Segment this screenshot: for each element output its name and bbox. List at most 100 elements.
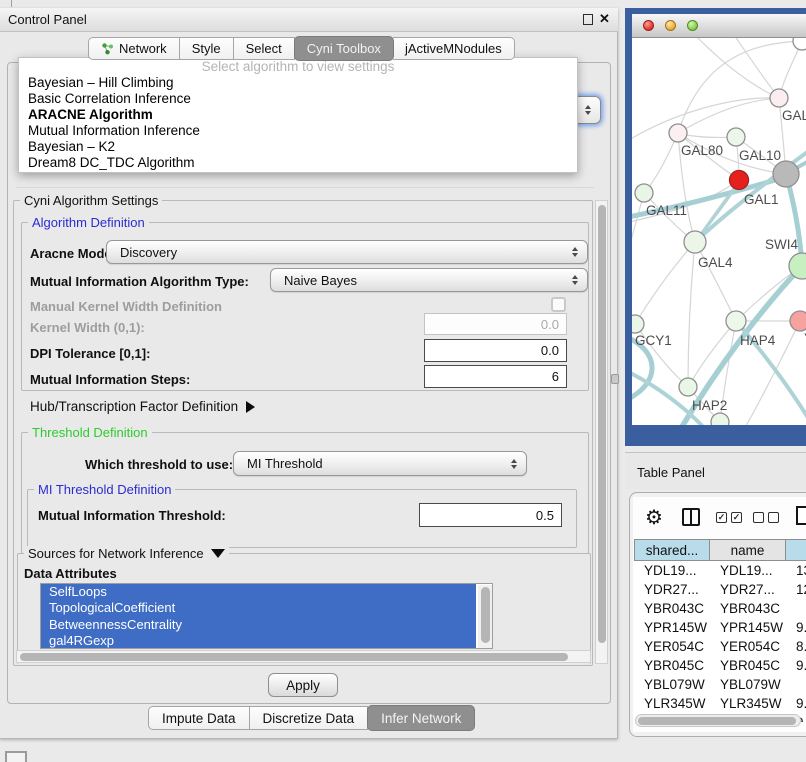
settings-horizontal-scrollbar[interactable] xyxy=(16,650,591,663)
tab-network[interactable]: Network xyxy=(88,37,180,60)
network-edge[interactable] xyxy=(732,38,779,98)
attribute-item-selected[interactable]: TopologicalCoefficient xyxy=(41,600,476,616)
table-cell[interactable]: YDR27... xyxy=(634,580,710,599)
scrollbar-thumb[interactable] xyxy=(598,205,606,643)
algorithm-option[interactable]: Dream8 DC_TDC Algorithm xyxy=(19,155,577,171)
network-node[interactable] xyxy=(635,184,653,202)
table-horizontal-scrollbar[interactable] xyxy=(635,714,801,727)
settings-vertical-scrollbar[interactable] xyxy=(595,200,608,664)
table-cell[interactable]: YBR043C xyxy=(710,599,786,618)
hub-section-toggle[interactable]: Hub/Transcription Factor Definition xyxy=(30,399,255,414)
network-window-titlebar[interactable] xyxy=(632,14,806,38)
network-node[interactable] xyxy=(730,171,749,190)
manual-kernel-checkbox[interactable] xyxy=(551,297,566,312)
scrollbar-thumb[interactable] xyxy=(481,587,490,643)
window-minimize-button[interactable] xyxy=(665,20,676,31)
network-node[interactable] xyxy=(726,311,746,331)
window-close-button[interactable] xyxy=(643,20,654,31)
mi-type-combo[interactable]: Naive Bayes xyxy=(270,268,588,292)
column-header-name[interactable]: name xyxy=(710,539,786,561)
network-node[interactable] xyxy=(790,311,806,331)
column-header-shared[interactable]: shared... xyxy=(634,539,710,561)
panel-splitter-handle[interactable] xyxy=(611,374,619,384)
close-icon[interactable]: ✕ xyxy=(599,11,610,27)
data-attributes-list[interactable]: SelfLoops TopologicalCoefficient Between… xyxy=(40,583,493,649)
attributes-scrollbar[interactable] xyxy=(478,585,492,648)
table-cell[interactable]: 13 xyxy=(786,561,806,580)
network-node[interactable] xyxy=(684,231,706,253)
network-canvas[interactable]: GALGAL80GAL10GAL1GAL11GAL4SWI4GCY1HAP4YH… xyxy=(632,38,806,425)
table-cell[interactable]: YDL19... xyxy=(710,561,786,580)
table-cell[interactable]: YBL079W xyxy=(634,675,710,694)
network-edge[interactable] xyxy=(632,98,779,143)
new-table-icon[interactable] xyxy=(796,506,806,525)
algorithm-option[interactable]: Mutual Information Inference xyxy=(19,123,577,139)
table-cell[interactable]: YLR345W xyxy=(634,694,710,713)
scrollbar-thumb[interactable] xyxy=(20,653,568,661)
network-edge[interactable] xyxy=(688,242,695,387)
columns-icon[interactable] xyxy=(682,508,700,526)
network-edge[interactable] xyxy=(786,174,802,266)
algorithm-option[interactable]: Basic Correlation Inference xyxy=(19,91,577,107)
algorithm-option[interactable]: Bayesian – K2 xyxy=(19,139,577,155)
table-cell[interactable]: 9. xyxy=(786,618,806,637)
table-row[interactable]: YBR043CYBR043C xyxy=(634,599,806,618)
network-edge[interactable] xyxy=(644,133,678,193)
network-edge[interactable] xyxy=(632,193,644,258)
table-cell[interactable]: YDL19... xyxy=(634,561,710,580)
column-header-partial[interactable] xyxy=(786,539,806,561)
which-threshold-combo[interactable]: MI Threshold xyxy=(233,451,527,476)
table-cell[interactable]: YPR145W xyxy=(634,618,710,637)
tab-select[interactable]: Select xyxy=(234,37,295,60)
table-cell[interactable]: YPR145W xyxy=(710,618,786,637)
network-node[interactable] xyxy=(793,38,806,50)
network-node[interactable] xyxy=(773,161,799,187)
tab-cyni-toolbox[interactable]: Cyni Toolbox xyxy=(294,36,394,61)
tab-impute-data[interactable]: Impute Data xyxy=(148,706,250,730)
scrollbar-thumb[interactable] xyxy=(638,717,796,725)
sources-group-title[interactable]: Sources for Network Inference xyxy=(24,546,229,561)
window-zoom-button[interactable] xyxy=(687,20,698,31)
network-node[interactable] xyxy=(632,315,644,333)
mi-steps-field[interactable]: 6 xyxy=(424,365,567,388)
attribute-item-selected[interactable]: SelfLoops xyxy=(41,584,476,600)
table-row[interactable]: YPR145WYPR145W9. xyxy=(634,618,806,637)
table-row[interactable]: YDR27...YDR27...12 xyxy=(634,580,806,599)
algorithm-option-selected[interactable]: ARACNE Algorithm xyxy=(19,107,577,123)
kernel-width-field[interactable]: 0.0 xyxy=(424,313,567,335)
table-cell[interactable]: 8. xyxy=(786,637,806,656)
table-cell[interactable]: 9. xyxy=(786,656,806,675)
table-cell[interactable]: YLR345W xyxy=(710,694,786,713)
table-cell[interactable]: YBR045C xyxy=(710,656,786,675)
network-edge[interactable] xyxy=(695,242,736,321)
deselect-all-columns-icon[interactable] xyxy=(753,512,779,523)
network-edge[interactable] xyxy=(678,98,779,133)
apply-button[interactable]: Apply xyxy=(268,673,338,697)
network-graph[interactable]: GALGAL80GAL10GAL1GAL11GAL4SWI4GCY1HAP4YH… xyxy=(632,38,806,425)
attribute-item-selected[interactable]: BetweennessCentrality xyxy=(41,617,476,633)
algorithm-combo-fragment[interactable] xyxy=(577,96,601,124)
table-rows[interactable]: YDL19...YDL19...13YDR27...YDR27...12YBR0… xyxy=(634,561,806,722)
float-window-icon[interactable] xyxy=(583,14,593,25)
minimized-panel-icon[interactable] xyxy=(5,751,27,762)
mi-threshold-field[interactable]: 0.5 xyxy=(419,503,562,527)
table-cell[interactable]: YDR27... xyxy=(710,580,786,599)
tab-style[interactable]: Style xyxy=(180,37,234,60)
table-cell[interactable]: YER054C xyxy=(710,637,786,656)
table-row[interactable]: YER054CYER054C8. xyxy=(634,637,806,656)
table-cell[interactable] xyxy=(786,675,806,694)
dpi-tolerance-field[interactable]: 0.0 xyxy=(424,339,567,362)
table-row[interactable]: YLR345WYLR345W9. xyxy=(634,694,806,713)
table-row[interactable]: YBL079WYBL079W xyxy=(634,675,806,694)
network-node[interactable] xyxy=(770,89,788,107)
table-cell[interactable]: YBR043C xyxy=(634,599,710,618)
network-edge[interactable] xyxy=(692,38,779,98)
tab-jactivemnodules[interactable]: jActiveMNodules xyxy=(393,37,515,60)
tab-discretize-data[interactable]: Discretize Data xyxy=(250,706,369,730)
network-node[interactable] xyxy=(711,413,729,425)
network-node[interactable] xyxy=(727,128,745,146)
gear-icon[interactable]: ⚙ xyxy=(645,505,663,530)
attribute-item-selected[interactable]: gal4RGexp xyxy=(41,633,476,649)
table-row[interactable]: YBR045CYBR045C9. xyxy=(634,656,806,675)
table-cell[interactable] xyxy=(786,599,806,618)
